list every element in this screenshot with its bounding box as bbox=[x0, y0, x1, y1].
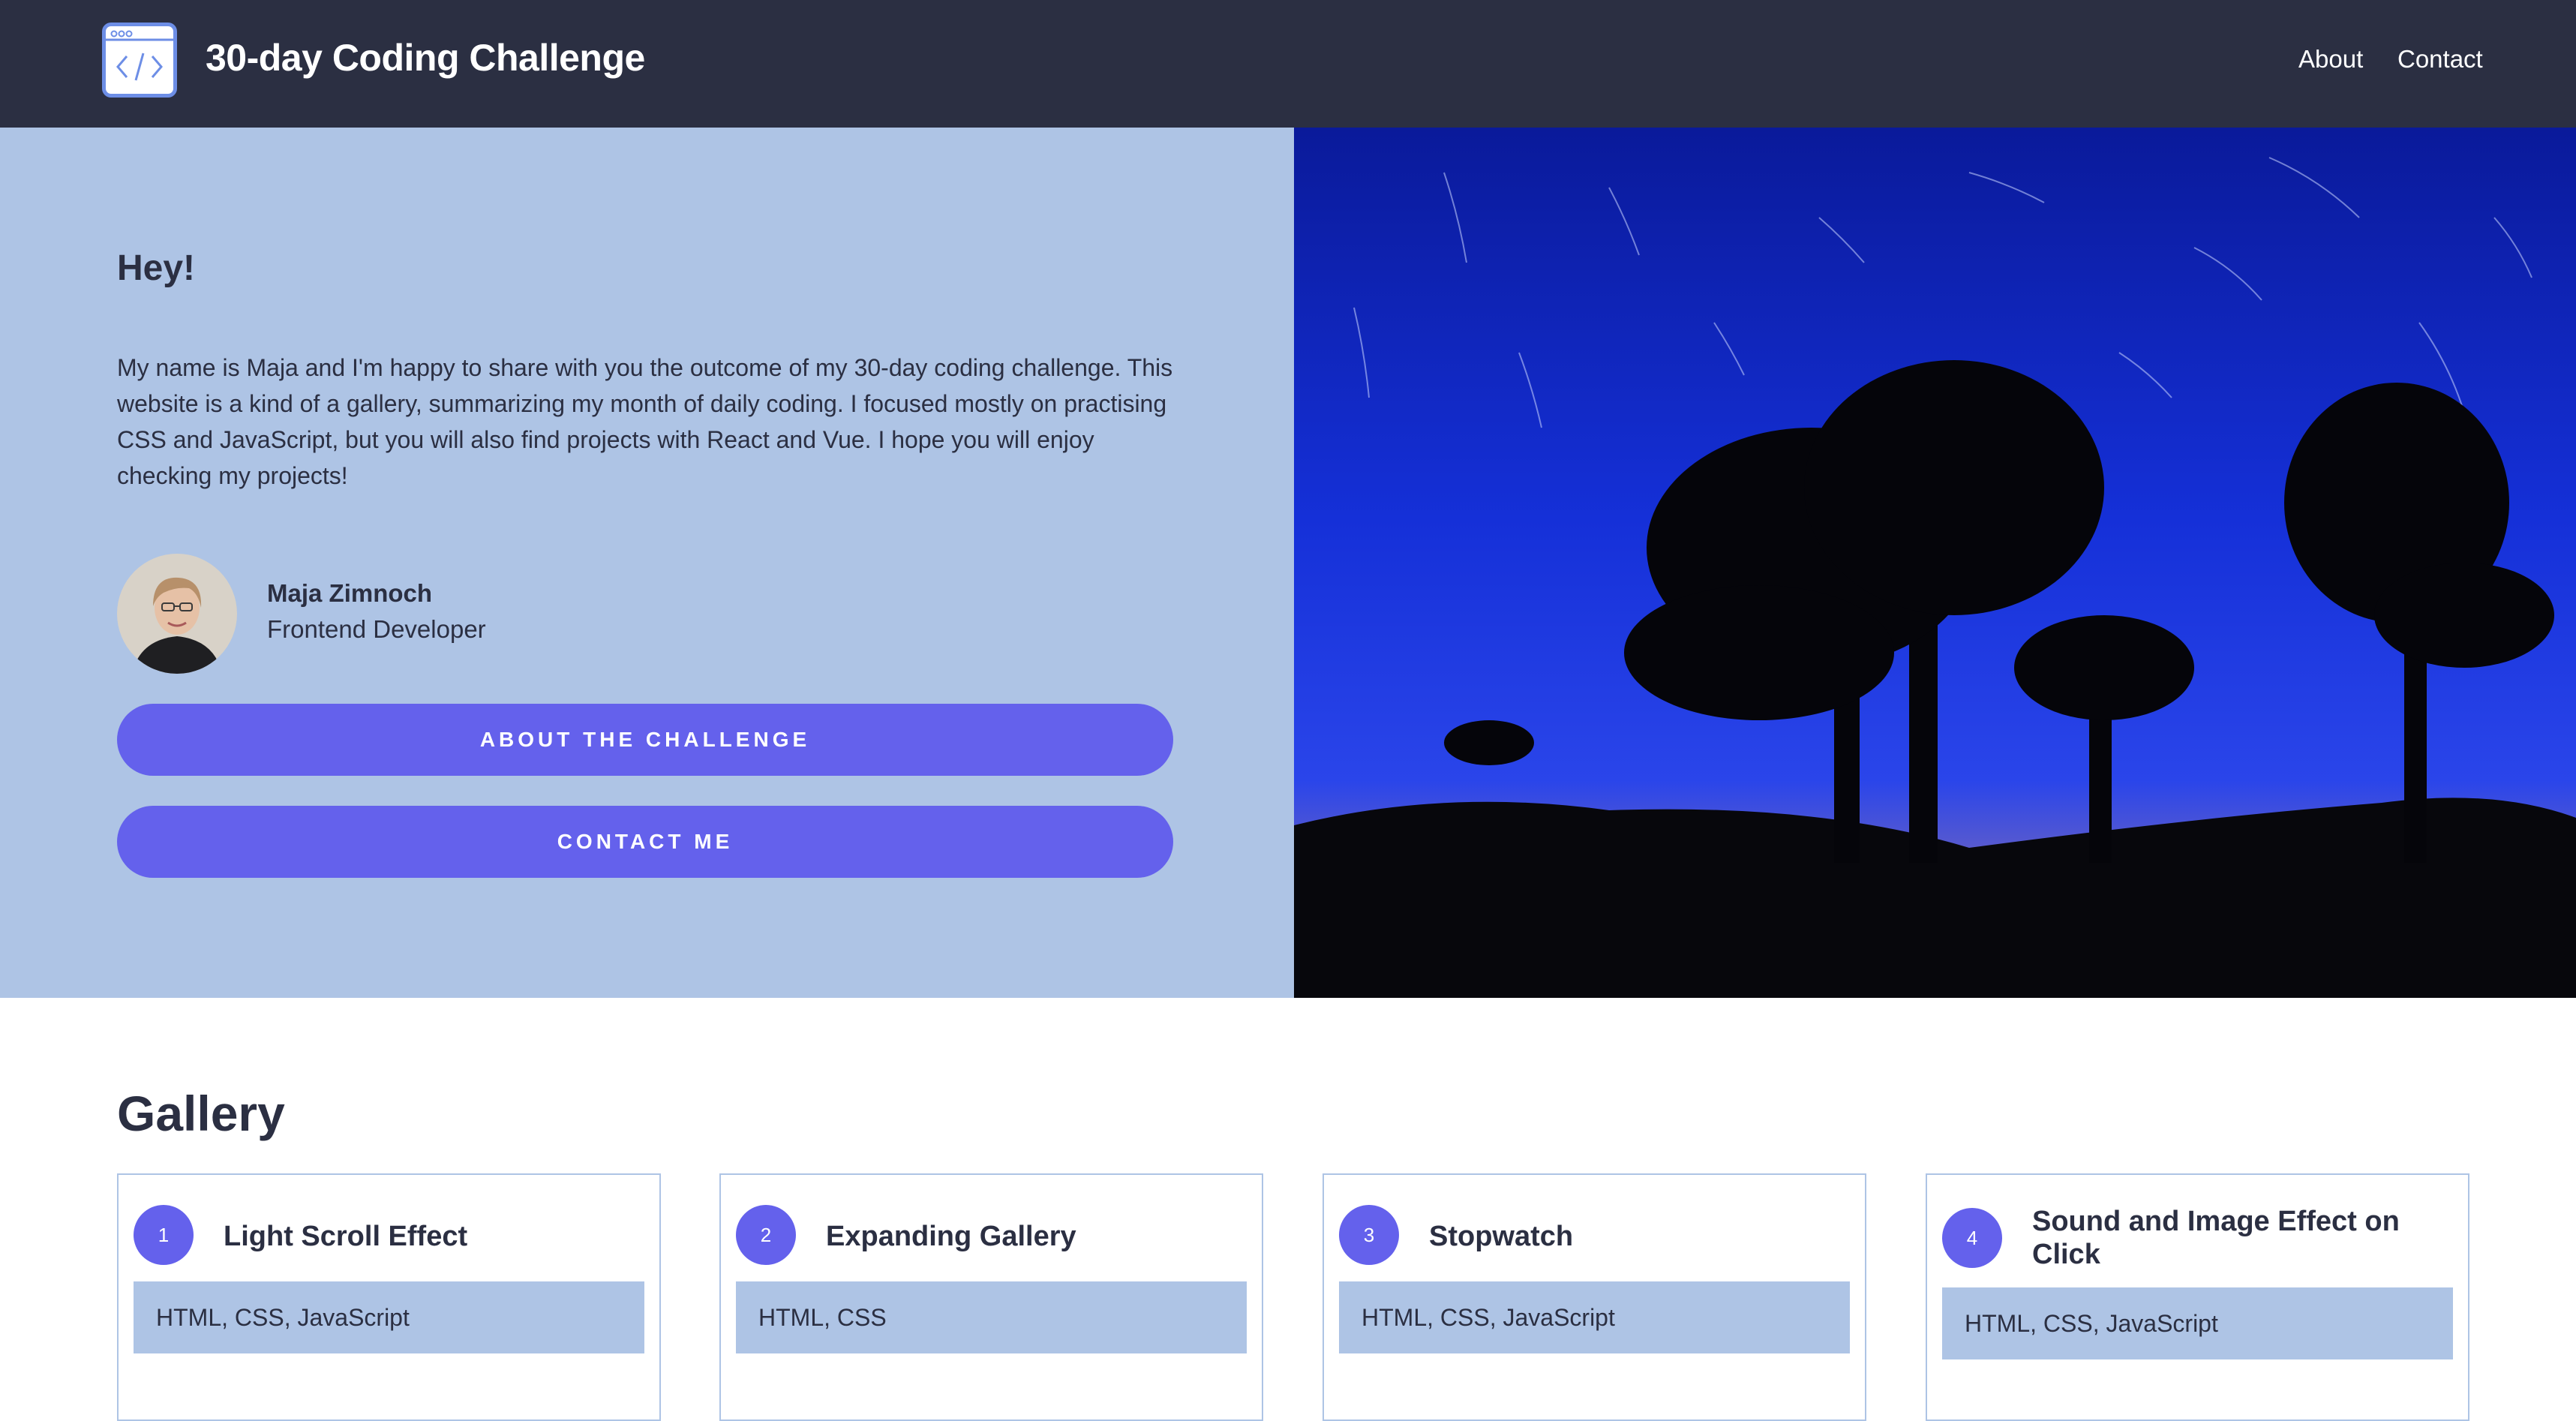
contact-me-button[interactable]: CONTACT ME bbox=[117, 806, 1173, 878]
nav-link-about[interactable]: About bbox=[2298, 45, 2363, 74]
gallery-card-3[interactable]: 3 Stopwatch HTML, CSS, JavaScript bbox=[1323, 1173, 1866, 1421]
avatar bbox=[117, 554, 237, 674]
card-tags: HTML, CSS, JavaScript bbox=[1942, 1287, 2453, 1359]
author-role: Frontend Developer bbox=[267, 615, 486, 643]
navbar: 30-day Coding Challenge About Contact bbox=[0, 0, 2576, 128]
card-tags: HTML, CSS bbox=[736, 1281, 1247, 1353]
card-title: Sound and Image Effect on Click bbox=[2032, 1206, 2400, 1270]
nav-link-contact[interactable]: Contact bbox=[2397, 45, 2483, 74]
code-window-icon[interactable] bbox=[102, 23, 177, 98]
gallery-card-2[interactable]: 2 Expanding Gallery HTML, CSS bbox=[719, 1173, 1263, 1421]
card-tags: HTML, CSS, JavaScript bbox=[1339, 1281, 1850, 1353]
card-tags: HTML, CSS, JavaScript bbox=[134, 1281, 644, 1353]
card-number-badge: 1 bbox=[134, 1205, 194, 1265]
gallery-title: Gallery bbox=[117, 1086, 285, 1141]
card-title: Expanding Gallery bbox=[826, 1221, 1076, 1252]
hero-intro-text: My name is Maja and I'm happy to share w… bbox=[117, 354, 1173, 489]
card-title: Light Scroll Effect bbox=[224, 1221, 468, 1252]
hero-image bbox=[1294, 128, 2576, 998]
card-number-badge: 4 bbox=[1942, 1208, 2002, 1268]
hero-greeting: Hey! bbox=[117, 248, 196, 288]
about-challenge-button[interactable]: ABOUT THE CHALLENGE bbox=[117, 704, 1173, 776]
author-name: Maja Zimnoch bbox=[267, 579, 433, 607]
site-title[interactable]: 30-day Coding Challenge bbox=[206, 36, 645, 80]
gallery-card-4[interactable]: 4 Sound and Image Effect on Click HTML, … bbox=[1926, 1173, 2469, 1421]
card-number-badge: 2 bbox=[736, 1205, 796, 1265]
card-title: Stopwatch bbox=[1429, 1221, 1574, 1252]
gallery-card-1[interactable]: 1 Light Scroll Effect HTML, CSS, JavaScr… bbox=[117, 1173, 661, 1421]
card-number-badge: 3 bbox=[1339, 1205, 1399, 1265]
